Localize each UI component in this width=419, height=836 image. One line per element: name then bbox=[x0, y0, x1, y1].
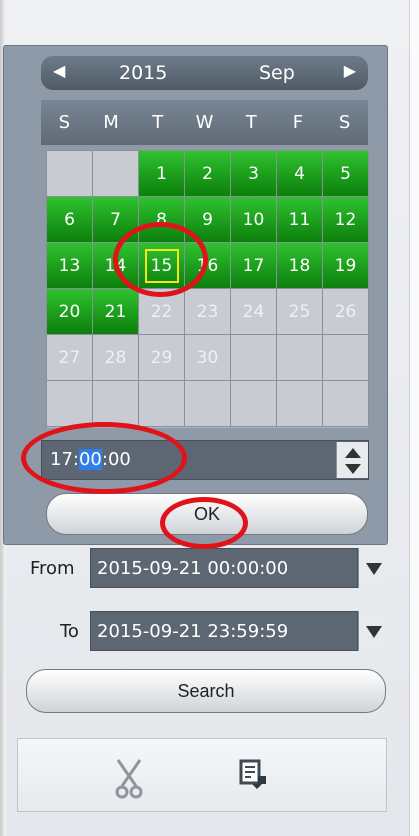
calendar-day-17[interactable]: 17 bbox=[231, 243, 277, 289]
time-spinner[interactable] bbox=[336, 442, 368, 478]
calendar-empty-cell bbox=[277, 335, 323, 381]
calendar-empty-cell bbox=[323, 381, 369, 427]
weekday-label: M bbox=[103, 112, 119, 133]
weekday-label: T bbox=[245, 112, 257, 133]
weekday-label: S bbox=[338, 112, 351, 133]
calendar-empty-cell bbox=[185, 381, 231, 427]
from-dropdown-icon[interactable] bbox=[358, 548, 388, 588]
scissors-icon[interactable] bbox=[112, 756, 146, 800]
calendar-day-30[interactable]: 30 bbox=[185, 335, 231, 381]
calendar-day-18[interactable]: 18 bbox=[277, 243, 323, 289]
calendar-day-10[interactable]: 10 bbox=[231, 197, 277, 243]
right-edge bbox=[409, 0, 419, 836]
annotation-circle-ok bbox=[160, 497, 248, 549]
calendar-day-26[interactable]: 26 bbox=[323, 289, 369, 335]
calendar-day-25[interactable]: 25 bbox=[277, 289, 323, 335]
from-label: From bbox=[30, 558, 75, 579]
spinner-down-icon[interactable] bbox=[345, 464, 361, 474]
calendar-empty-cell bbox=[231, 335, 277, 381]
calendar-empty-cell bbox=[277, 381, 323, 427]
calendar-day-19[interactable]: 19 bbox=[323, 243, 369, 289]
calendar-grid: 1 2 3 4 5 6 7 8 9 10 11 12 13 14 15 16 17 18 19 20 21 22 23 24 2… bbox=[46, 150, 369, 428]
calendar-empty-cell bbox=[93, 381, 139, 427]
calendar-day-13[interactable]: 13 bbox=[47, 243, 93, 289]
calendar-day-1[interactable]: 1 bbox=[139, 151, 185, 197]
weekday-label: T bbox=[152, 112, 164, 133]
calendar-empty-cell bbox=[93, 151, 139, 197]
to-dropdown-icon[interactable] bbox=[358, 611, 388, 651]
calendar-header: ◀ 2015 Sep ▶ bbox=[41, 56, 368, 90]
calendar-empty-cell bbox=[139, 381, 185, 427]
calendar-day-5[interactable]: 5 bbox=[323, 151, 369, 197]
annotation-circle-time bbox=[21, 422, 187, 494]
weekday-label: S bbox=[58, 112, 71, 133]
annotation-circle-day bbox=[113, 222, 208, 297]
calendar-month: Sep bbox=[259, 62, 295, 84]
calendar-empty-cell bbox=[231, 381, 277, 427]
search-button[interactable]: Search bbox=[26, 669, 386, 713]
calendar-empty-cell bbox=[323, 335, 369, 381]
calendar-day-6[interactable]: 6 bbox=[47, 197, 93, 243]
calendar-day-21[interactable]: 21 bbox=[93, 289, 139, 335]
calendar-day-29[interactable]: 29 bbox=[139, 335, 185, 381]
calendar-day-2[interactable]: 2 bbox=[185, 151, 231, 197]
calendar-day-20[interactable]: 20 bbox=[47, 289, 93, 335]
calendar-day-27[interactable]: 27 bbox=[47, 335, 93, 381]
from-datetime-field[interactable]: 2015-09-21 00:00:00 bbox=[90, 548, 358, 588]
weekday-label: W bbox=[195, 112, 214, 133]
calendar-year: 2015 bbox=[119, 62, 168, 84]
weekday-header: S M T W T F S bbox=[41, 100, 368, 145]
bottom-toolbar bbox=[17, 738, 387, 812]
left-arrow-icon[interactable]: ◀ bbox=[53, 61, 65, 80]
to-datetime-field[interactable]: 2015-09-21 23:59:59 bbox=[90, 611, 358, 651]
calendar-day-24[interactable]: 24 bbox=[231, 289, 277, 335]
calendar-day-3[interactable]: 3 bbox=[231, 151, 277, 197]
calendar-empty-cell bbox=[47, 381, 93, 427]
spinner-up-icon[interactable] bbox=[345, 448, 361, 458]
calendar-day-28[interactable]: 28 bbox=[93, 335, 139, 381]
right-arrow-icon[interactable]: ▶ bbox=[344, 61, 356, 80]
calendar-day-11[interactable]: 11 bbox=[277, 197, 323, 243]
weekday-label: F bbox=[292, 112, 304, 133]
calendar-day-12[interactable]: 12 bbox=[323, 197, 369, 243]
calendar-day-4[interactable]: 4 bbox=[277, 151, 323, 197]
calendar-empty-cell bbox=[47, 151, 93, 197]
calendar-day-23[interactable]: 23 bbox=[185, 289, 231, 335]
export-icon[interactable] bbox=[238, 757, 270, 793]
to-label: To bbox=[60, 621, 79, 642]
